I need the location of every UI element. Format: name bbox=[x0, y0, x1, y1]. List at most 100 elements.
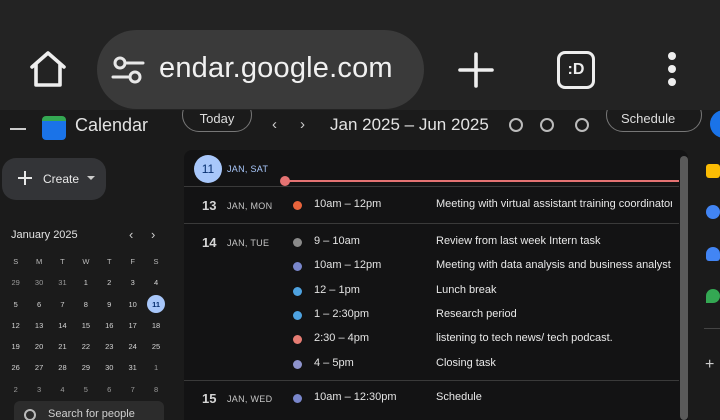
mini-day[interactable]: 28 bbox=[51, 357, 74, 378]
mini-day[interactable]: 10 bbox=[121, 294, 144, 315]
mini-day[interactable]: 29 bbox=[4, 272, 27, 293]
event-color-dot bbox=[293, 359, 302, 369]
mini-calendar-title: January 2025 bbox=[11, 229, 78, 241]
event-title: Research period bbox=[436, 307, 517, 320]
mini-day[interactable]: 24 bbox=[121, 336, 144, 357]
plus-icon bbox=[18, 171, 32, 185]
mini-day[interactable]: 22 bbox=[74, 336, 97, 357]
event-time: 10am – 12:30pm bbox=[314, 391, 397, 403]
mini-prev-icon[interactable]: ‹ bbox=[129, 227, 133, 242]
keep-icon[interactable] bbox=[706, 164, 720, 178]
mini-day[interactable]: 30 bbox=[98, 357, 121, 378]
event-row[interactable]: 4 – 5pm Closing task bbox=[184, 352, 679, 376]
mini-day[interactable]: 20 bbox=[27, 336, 50, 357]
settings-gear-icon[interactable] bbox=[575, 118, 589, 132]
schedule-scrollbar[interactable] bbox=[680, 156, 688, 420]
mini-day[interactable]: 30 bbox=[27, 272, 50, 293]
mini-day[interactable]: 23 bbox=[98, 336, 121, 357]
more-vert-icon[interactable] bbox=[660, 50, 684, 90]
day-separator bbox=[184, 186, 679, 187]
next-range-icon[interactable]: › bbox=[300, 116, 305, 133]
mini-day[interactable]: 18 bbox=[144, 315, 167, 336]
search-icon[interactable] bbox=[509, 118, 523, 132]
side-panel: + bbox=[700, 150, 720, 420]
mini-day[interactable]: 7 bbox=[121, 379, 144, 400]
create-button[interactable]: Create bbox=[2, 158, 106, 200]
prev-range-icon[interactable]: ‹ bbox=[272, 116, 277, 133]
maps-icon[interactable] bbox=[706, 289, 720, 303]
mini-day[interactable]: 25 bbox=[144, 336, 167, 357]
mini-day[interactable]: 8 bbox=[74, 294, 97, 315]
mini-day[interactable]: 26 bbox=[4, 357, 27, 378]
mini-day[interactable]: 5 bbox=[4, 294, 27, 315]
today-date-label: JAN, SAT bbox=[227, 164, 269, 174]
mini-day[interactable]: 29 bbox=[74, 357, 97, 378]
mini-day[interactable]: 31 bbox=[51, 272, 74, 293]
mini-day[interactable]: 11 bbox=[144, 294, 167, 315]
mini-day[interactable]: 16 bbox=[98, 315, 121, 336]
event-time: 1 – 2:30pm bbox=[314, 307, 370, 320]
mini-day[interactable]: 13 bbox=[27, 315, 50, 336]
mini-day[interactable]: 6 bbox=[98, 379, 121, 400]
mini-day[interactable]: 2 bbox=[98, 272, 121, 293]
mini-day[interactable]: 3 bbox=[121, 272, 144, 293]
help-icon[interactable] bbox=[540, 118, 554, 132]
mini-day[interactable]: 14 bbox=[51, 315, 74, 336]
today-date-circle[interactable]: 11 bbox=[194, 155, 222, 183]
today-button[interactable]: Today bbox=[182, 110, 252, 132]
mini-day[interactable]: 12 bbox=[4, 315, 27, 336]
view-selector[interactable]: Schedule bbox=[606, 110, 702, 132]
mini-day[interactable]: 1 bbox=[74, 272, 97, 293]
mini-day[interactable]: 9 bbox=[98, 294, 121, 315]
mini-week-row: 26 27 28 29 30 31 1 bbox=[4, 357, 168, 378]
mini-weekday: W bbox=[82, 257, 90, 266]
mini-day[interactable]: 17 bbox=[121, 315, 144, 336]
mini-day[interactable]: 4 bbox=[144, 272, 167, 293]
mini-day[interactable]: 6 bbox=[27, 294, 50, 315]
home-icon[interactable] bbox=[26, 47, 70, 91]
mini-day[interactable]: 27 bbox=[27, 357, 50, 378]
mini-day[interactable]: 7 bbox=[51, 294, 74, 315]
mini-day[interactable]: 1 bbox=[144, 357, 167, 378]
mini-day[interactable]: 3 bbox=[27, 379, 50, 400]
app-title: Calendar bbox=[75, 115, 149, 135]
mini-week-row: 19 20 21 22 23 24 25 bbox=[4, 336, 168, 357]
mini-day[interactable]: 4 bbox=[51, 379, 74, 400]
mini-day[interactable]: 2 bbox=[4, 379, 27, 400]
mini-day[interactable]: 31 bbox=[121, 357, 144, 378]
event-color-dot bbox=[293, 310, 302, 320]
event-title: Meeting with data analysis and business … bbox=[436, 259, 671, 272]
event-row[interactable]: 9 – 10am Review from last week Intern tas… bbox=[184, 230, 679, 254]
tasks-icon[interactable] bbox=[706, 205, 720, 219]
add-addon-icon[interactable]: + bbox=[705, 356, 714, 374]
mini-day[interactable]: 5 bbox=[74, 379, 97, 400]
tune-icon[interactable] bbox=[111, 53, 145, 87]
mini-day[interactable]: 15 bbox=[74, 315, 97, 336]
address-bar[interactable]: endar.google.com bbox=[97, 30, 424, 109]
avatar[interactable] bbox=[710, 110, 720, 138]
tab-switcher-icon[interactable]: :D bbox=[557, 51, 595, 89]
event-row[interactable]: 2:30 – 4pm listening to tech news/ tech p… bbox=[184, 327, 679, 351]
event-time: 4 – 5pm bbox=[314, 356, 354, 369]
url-text[interactable]: endar.google.com bbox=[159, 52, 393, 85]
event-row[interactable]: 10am – 12:30pm Schedule bbox=[184, 386, 679, 410]
event-title: Closing task bbox=[436, 356, 496, 369]
contacts-icon[interactable] bbox=[706, 247, 720, 261]
mini-day[interactable]: 19 bbox=[4, 336, 27, 357]
mini-weekday: S bbox=[153, 257, 159, 266]
event-color-dot bbox=[293, 262, 302, 272]
event-row[interactable]: 1 – 2:30pm Research period bbox=[184, 303, 679, 327]
event-row[interactable]: 10am – 12pm Meeting with data analysis an… bbox=[184, 254, 679, 278]
main-menu-icon[interactable] bbox=[10, 122, 26, 130]
mini-day[interactable]: 8 bbox=[144, 379, 167, 400]
event-color-dot bbox=[293, 238, 302, 247]
mini-week-row: 5 6 7 8 9 10 11 bbox=[4, 294, 168, 315]
event-row[interactable]: 10am – 12pm Meeting with virtual assistan… bbox=[184, 193, 679, 217]
new-tab-plus-icon[interactable] bbox=[457, 51, 495, 89]
mini-next-icon[interactable]: › bbox=[151, 227, 155, 242]
event-time: 10am – 12pm bbox=[314, 198, 382, 210]
mini-day[interactable]: 21 bbox=[51, 336, 74, 357]
event-row[interactable]: 12 – 1pm Lunch break bbox=[184, 279, 679, 303]
people-search[interactable]: Search for people bbox=[14, 401, 164, 420]
mini-calendar-grid: S M T W T F S 29 30 31 1 2 3 4 5 6 7 8 9 10 11 12 13 14 15 16 17 18… bbox=[4, 251, 168, 400]
